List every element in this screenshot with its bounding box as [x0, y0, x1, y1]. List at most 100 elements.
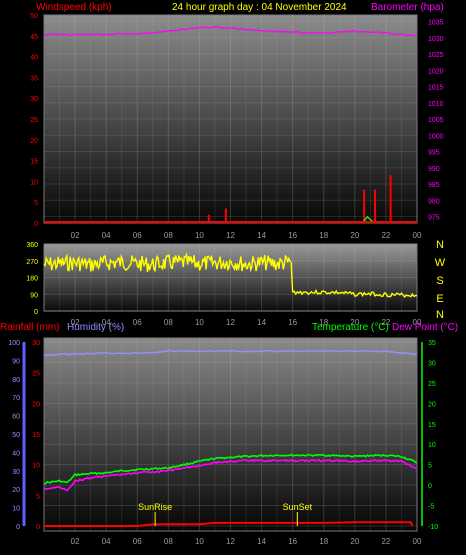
temperature-tick-label: 20	[428, 401, 436, 408]
compass-label: S	[436, 275, 443, 287]
rainfall-tick-label: 10	[32, 463, 40, 470]
temp-hum-xtick-label: 04	[102, 537, 111, 546]
wind-baro-xtick-label: 12	[226, 231, 235, 240]
wind-baro-xtick-label: 08	[164, 231, 173, 240]
sunset-label: SunSet	[283, 502, 313, 512]
windspeed-axis-label: Windspeed (kph)	[36, 2, 112, 13]
humidity-tick-label: 40	[12, 450, 20, 457]
temp-hum-xtick-label: 00	[413, 537, 422, 546]
temp-hum-xtick-label: 02	[71, 537, 80, 546]
wind-baro-xtick-label: 00	[413, 231, 422, 240]
windspeed-tick-label: 25	[30, 117, 38, 124]
temperature-tick-label: 15	[428, 422, 436, 429]
windspeed-bar	[363, 189, 366, 223]
barometer-tick-label: 1000	[428, 133, 444, 140]
page-title: 24 hour graph day : 04 November 2024	[172, 2, 347, 13]
temperature-tick-label: 35	[428, 340, 436, 347]
barometer-axis-label: Barometer (hpa)	[371, 2, 444, 13]
temp-hum-xtick-label: 18	[319, 537, 328, 546]
windspeed-tick-label: 45	[30, 34, 38, 41]
temperature-tick-label: 25	[428, 381, 436, 388]
wind-baro-xtick-label: 04	[102, 231, 111, 240]
dewpoint-axis-label: Dew Point (°C)	[392, 322, 458, 333]
wind-direction-tick-label: 270	[26, 259, 38, 266]
wind-baro-xtick-label: 06	[133, 231, 142, 240]
humidity-axis-label: Humidity (%)	[67, 322, 124, 333]
wind-direction-tick-label: 360	[26, 242, 38, 249]
barometer-tick-label: 1025	[428, 52, 444, 59]
windspeed-bar	[374, 189, 377, 223]
temp-hum-xtick-label: 14	[257, 537, 266, 546]
temp-hum-xtick-label: 22	[381, 537, 390, 546]
temperature-tick-label: -5	[428, 504, 434, 511]
barometer-tick-label: 1005	[428, 117, 444, 124]
humidity-tick-label: 20	[12, 487, 20, 494]
windspeed-tick-label: 0	[34, 221, 38, 228]
humidity-tick-label: 80	[12, 377, 20, 384]
rainfall-tick-label: 30	[32, 340, 40, 347]
windspeed-tick-label: 20	[30, 138, 38, 145]
wind-direction-tick-label: 0	[34, 309, 38, 316]
windspeed-tick-label: 15	[30, 159, 38, 166]
wind-baro-xtick-label: 14	[257, 231, 266, 240]
wind-direction-xtick-label: 08	[164, 318, 173, 327]
temperature-tick-label: -10	[428, 524, 438, 531]
humidity-tick-label: 30	[12, 469, 20, 476]
wind-baro-xtick-label: 18	[319, 231, 328, 240]
weather-graph: Windspeed (kph) 24 hour graph day : 04 N…	[0, 2, 458, 546]
wind-direction-xtick-label: 10	[195, 318, 204, 327]
temperature-tick-label: 30	[428, 360, 436, 367]
compass-label: N	[436, 239, 444, 251]
wind-direction-xtick-label: 16	[288, 318, 297, 327]
barometer-tick-label: 980	[428, 198, 440, 205]
barometer-tick-label: 1035	[428, 20, 444, 27]
barometer-tick-label: 1010	[428, 101, 444, 108]
humidity-tick-label: 90	[12, 358, 20, 365]
wind-direction-tick-label: 90	[30, 292, 38, 299]
wind-baro-xtick-label: 16	[288, 231, 297, 240]
compass-label: W	[435, 257, 446, 269]
rainfall-tick-label: 0	[36, 524, 40, 531]
temperature-axis-label: Temperature (°C)	[312, 322, 389, 333]
humidity-tick-label: 100	[8, 340, 20, 347]
barometer-tick-label: 975	[428, 215, 440, 222]
wind-baro-xtick-label: 02	[71, 231, 80, 240]
compass-label: N	[436, 309, 444, 321]
windspeed-tick-label: 5	[34, 200, 38, 207]
rainfall-tick-label: 25	[32, 371, 40, 378]
windspeed-tick-label: 10	[30, 179, 38, 186]
barometer-tick-label: 1020	[428, 68, 444, 75]
windspeed-tick-label: 35	[30, 75, 38, 82]
barometer-tick-label: 1030	[428, 36, 444, 43]
rainfall-axis-label: Rainfall (mm)	[0, 322, 59, 333]
humidity-tick-label: 60	[12, 414, 20, 421]
temp-hum-xtick-label: 12	[226, 537, 235, 546]
temperature-tick-label: 10	[428, 442, 436, 449]
wind-baro-xtick-label: 20	[350, 231, 359, 240]
temp-hum-xtick-label: 10	[195, 537, 204, 546]
windspeed-tick-label: 30	[30, 96, 38, 103]
barometer-tick-label: 990	[428, 166, 440, 173]
temp-hum-xtick-label: 16	[288, 537, 297, 546]
rainfall-tick-label: 5	[36, 493, 40, 500]
humidity-tick-label: 0	[16, 524, 20, 531]
wind-baro-xtick-label: 10	[195, 231, 204, 240]
temp-hum-xtick-label: 06	[133, 537, 142, 546]
windspeed-tick-label: 50	[30, 13, 38, 20]
humidity-tick-label: 10	[12, 506, 20, 513]
compass-label: E	[436, 293, 443, 305]
barometer-tick-label: 985	[428, 182, 440, 189]
wind-direction-xtick-label: 14	[257, 318, 266, 327]
wind-baro-xtick-label: 22	[381, 231, 390, 240]
temperature-tick-label: 0	[428, 483, 432, 490]
wind-direction-xtick-label: 06	[133, 318, 142, 327]
barometer-tick-label: 995	[428, 150, 440, 157]
barometer-tick-label: 1015	[428, 85, 444, 92]
humidity-tick-label: 50	[12, 432, 20, 439]
humidity-tick-label: 70	[12, 395, 20, 402]
temp-hum-xtick-label: 20	[350, 537, 359, 546]
rainfall-tick-label: 15	[32, 432, 40, 439]
temperature-tick-label: 5	[428, 463, 432, 470]
sunrise-label: SunRise	[138, 502, 172, 512]
wind-direction-xtick-label: 12	[226, 318, 235, 327]
